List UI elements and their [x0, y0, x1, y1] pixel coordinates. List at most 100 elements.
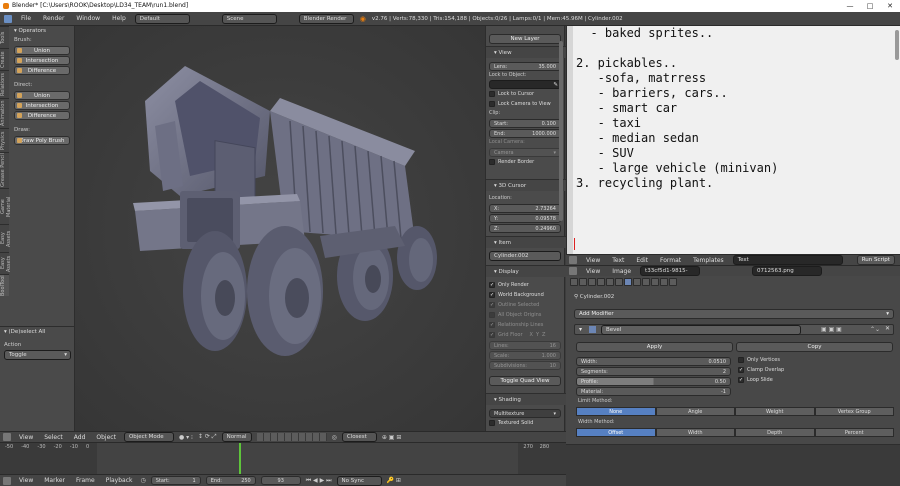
- viewport-menu-add[interactable]: Add: [71, 434, 89, 441]
- menu-help[interactable]: Help: [109, 15, 129, 22]
- scene-tab-icon[interactable]: [588, 278, 596, 286]
- axis-x-toggle[interactable]: X: [530, 332, 533, 338]
- brush-union-button[interactable]: Union: [14, 46, 70, 55]
- bevel-segments-field[interactable]: Segments: 2: [576, 367, 731, 376]
- view-panel-header[interactable]: View: [486, 46, 566, 58]
- shading-dropdown[interactable]: Multitexture ▾: [489, 409, 561, 418]
- tab-create[interactable]: Create: [0, 48, 9, 70]
- tab-animation[interactable]: Animation: [0, 98, 9, 128]
- toggle-quad-view-button[interactable]: Toggle Quad View: [489, 376, 561, 386]
- minimize-button[interactable]: —: [840, 0, 860, 12]
- local-camera-field[interactable]: Camera ▾: [489, 148, 561, 157]
- orientation-selector[interactable]: Normal: [221, 432, 252, 442]
- grid-lines-field[interactable]: Lines: 16: [489, 341, 561, 350]
- direct-union-button[interactable]: Union: [14, 91, 70, 100]
- tab-game-material[interactable]: Game Material: [0, 188, 12, 224]
- timeline-current-frame-marker[interactable]: [238, 443, 241, 474]
- width-depth-option[interactable]: Depth: [735, 428, 815, 437]
- image-editor-type-icon[interactable]: [569, 267, 577, 275]
- limit-vertex-group-option[interactable]: Vertex Group: [814, 407, 894, 416]
- preview-range-icon[interactable]: ◷: [140, 477, 145, 484]
- text-scrollbar[interactable]: [895, 30, 899, 60]
- current-frame-field[interactable]: 93: [260, 476, 301, 485]
- tab-physics[interactable]: Physics: [0, 128, 9, 152]
- grid-subdivisions-field[interactable]: Subdivisions: 10: [489, 361, 561, 370]
- data-tab-icon[interactable]: [633, 278, 641, 286]
- limit-weight-option[interactable]: Weight: [735, 407, 815, 416]
- modifier-visibility-icons[interactable]: ▣ ▣ ▣: [821, 326, 842, 333]
- apply-button[interactable]: Apply: [576, 342, 733, 352]
- new-layer-button[interactable]: New Layer: [489, 34, 561, 44]
- limit-angle-option[interactable]: Angle: [655, 407, 735, 416]
- image-name-field[interactable]: t33cf5d1-9815-44...: [640, 266, 701, 283]
- world-background-checkbox[interactable]: ✓ World Background: [489, 290, 561, 300]
- limit-none-option[interactable]: None: [576, 407, 656, 416]
- proportional-falloff-selector[interactable]: Closest: [341, 432, 377, 442]
- sync-mode-selector[interactable]: No Sync: [336, 475, 382, 486]
- all-object-origins-checkbox[interactable]: All Object Origins: [489, 310, 561, 320]
- scene-selector[interactable]: Scene: [221, 13, 277, 24]
- start-frame-field[interactable]: Start: 1: [150, 476, 201, 485]
- particles-tab-icon[interactable]: [660, 278, 668, 286]
- shading-panel-header[interactable]: Shading: [486, 393, 566, 405]
- remove-modifier-icon[interactable]: ✕: [885, 325, 890, 332]
- axis-z-toggle[interactable]: Z: [542, 332, 545, 338]
- render-border-checkbox[interactable]: Render Border: [489, 157, 561, 167]
- timeline-menu-view[interactable]: View: [16, 477, 36, 484]
- grid-scale-field[interactable]: Scale: 1.000: [489, 351, 561, 360]
- constraints-tab-icon[interactable]: [615, 278, 623, 286]
- close-button[interactable]: ✕: [880, 0, 900, 12]
- bevel-width-field[interactable]: Width: 0.0510: [576, 357, 731, 366]
- material-tab-icon[interactable]: [642, 278, 650, 286]
- timeline-menu-playback[interactable]: Playback: [103, 477, 136, 484]
- image-menu-view[interactable]: View: [583, 268, 603, 275]
- render-tab-icon[interactable]: [570, 278, 578, 286]
- direct-intersection-button[interactable]: Intersection: [14, 101, 70, 110]
- timeline-type-icon[interactable]: [3, 476, 11, 485]
- viewport-menu-select[interactable]: Select: [41, 434, 66, 441]
- deselect-all-header[interactable]: (De)select All: [0, 327, 75, 337]
- only-vertices-checkbox[interactable]: Only Vertices: [738, 355, 888, 365]
- texture-tab-icon[interactable]: [651, 278, 659, 286]
- tab-booltool[interactable]: BoolTool: [0, 274, 9, 296]
- timeline-menu-frame[interactable]: Frame: [73, 477, 98, 484]
- modifier-name-field[interactable]: Bevel: [601, 325, 801, 335]
- viewport-type-icon[interactable]: [3, 433, 11, 441]
- image-menu-image[interactable]: Image: [609, 268, 634, 275]
- brush-intersection-button[interactable]: Intersection: [14, 56, 70, 65]
- bevel-modifier-header[interactable]: ▾ Bevel ▣ ▣ ▣ ⌃⌄ ✕: [574, 324, 894, 335]
- modifiers-tab-icon[interactable]: [624, 278, 632, 286]
- lens-field[interactable]: Lens: 35.000: [489, 62, 561, 71]
- run-script-button[interactable]: Run Script: [856, 255, 895, 265]
- item-panel-header[interactable]: Item: [486, 236, 566, 248]
- relationship-lines-checkbox[interactable]: ✓ Relationship Lines: [489, 320, 561, 330]
- cursor-y-field[interactable]: Y: 0.09578: [489, 214, 561, 223]
- clip-start-field[interactable]: Start: 0.100: [489, 119, 561, 128]
- text-editor[interactable]: - baked sprites.. 2. pickables.. -sofa, …: [566, 26, 900, 254]
- text-file-name-field[interactable]: Text: [732, 255, 843, 265]
- tab-relations[interactable]: Relations: [0, 70, 9, 98]
- direct-difference-button[interactable]: Difference: [14, 111, 70, 120]
- layers-tab-icon[interactable]: [579, 278, 587, 286]
- brush-difference-button[interactable]: Difference: [14, 66, 70, 75]
- menu-render[interactable]: Render: [40, 15, 67, 22]
- lock-camera-checkbox[interactable]: Lock Camera to View: [489, 99, 561, 109]
- properties-scrollbar[interactable]: [559, 41, 563, 221]
- bevel-material-field[interactable]: Material: -1: [576, 387, 731, 396]
- 3d-cursor-panel-header[interactable]: 3D Cursor: [486, 179, 566, 191]
- operators-panel-header[interactable]: Operators: [10, 26, 74, 36]
- only-render-checkbox[interactable]: ✓ Only Render: [489, 280, 561, 290]
- axis-y-toggle[interactable]: Y: [536, 332, 539, 338]
- loop-slide-checkbox[interactable]: ✓ Loop Slide: [738, 375, 888, 385]
- text-menu-view[interactable]: View: [583, 257, 603, 264]
- text-menu-format[interactable]: Format: [657, 257, 684, 264]
- end-frame-field[interactable]: End: 250: [205, 476, 256, 485]
- action-dropdown[interactable]: Toggle ▾: [4, 350, 71, 360]
- menu-file[interactable]: File: [18, 15, 34, 22]
- snap-icons[interactable]: ⊕ ▣ ⊞: [382, 434, 402, 441]
- lock-object-field[interactable]: ✎: [489, 80, 561, 89]
- mode-selector[interactable]: Object Mode: [123, 432, 174, 442]
- text-menu-text[interactable]: Text: [609, 257, 627, 264]
- tab-easy-assets-2[interactable]: Easy Assets: [0, 252, 12, 274]
- text-menu-templates[interactable]: Templates: [690, 257, 727, 264]
